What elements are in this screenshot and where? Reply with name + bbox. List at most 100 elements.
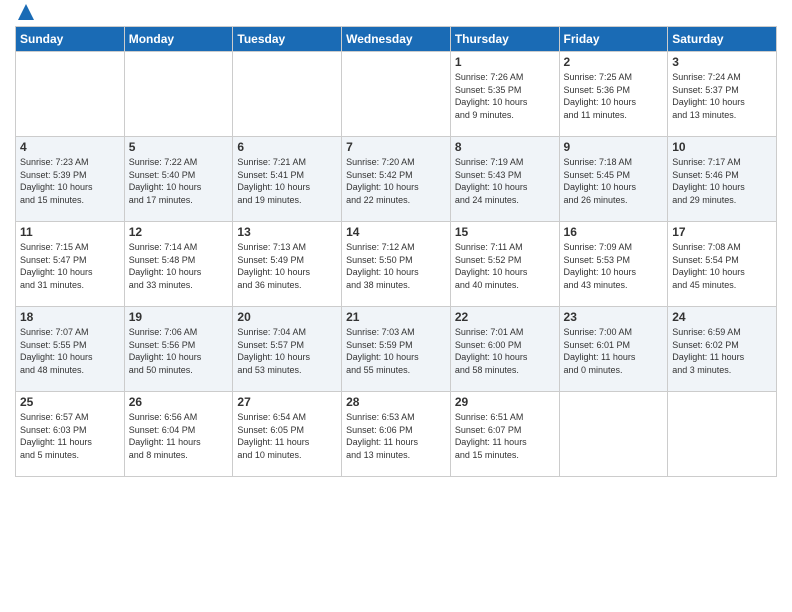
day-number: 25	[20, 395, 120, 409]
day-info: Sunrise: 7:09 AM Sunset: 5:53 PM Dayligh…	[564, 241, 664, 291]
calendar-cell: 14Sunrise: 7:12 AM Sunset: 5:50 PM Dayli…	[342, 222, 451, 307]
weekday-header: Sunday	[16, 27, 125, 52]
calendar-cell	[668, 392, 777, 477]
day-info: Sunrise: 7:17 AM Sunset: 5:46 PM Dayligh…	[672, 156, 772, 206]
day-info: Sunrise: 7:24 AM Sunset: 5:37 PM Dayligh…	[672, 71, 772, 121]
day-info: Sunrise: 7:08 AM Sunset: 5:54 PM Dayligh…	[672, 241, 772, 291]
day-number: 18	[20, 310, 120, 324]
weekday-header: Wednesday	[342, 27, 451, 52]
day-number: 8	[455, 140, 555, 154]
calendar-cell: 21 Sunrise: 7:03 AM Sunset: 5:59 PM Dayli…	[342, 307, 451, 392]
weekday-header: Tuesday	[233, 27, 342, 52]
day-info: Sunrise: 7:12 AM Sunset: 5:50 PM Dayligh…	[346, 241, 446, 291]
day-number: 16	[564, 225, 664, 239]
weekday-header: Thursday	[450, 27, 559, 52]
day-number: 15	[455, 225, 555, 239]
day-info: Sunrise: 7:00 AM Sunset: 6:01 PM Dayligh…	[564, 326, 664, 376]
calendar-cell	[16, 52, 125, 137]
day-number: 27	[237, 395, 337, 409]
day-info: Sunrise: 7:15 AM Sunset: 5:47 PM Dayligh…	[20, 241, 120, 291]
day-info: Sunrise: 6:53 AM Sunset: 6:06 PM Dayligh…	[346, 411, 446, 461]
day-info: Sunrise: 6:56 AM Sunset: 6:04 PM Dayligh…	[129, 411, 229, 461]
calendar-cell	[559, 392, 668, 477]
day-number: 10	[672, 140, 772, 154]
day-info: Sunrise: 7:21 AM Sunset: 5:41 PM Dayligh…	[237, 156, 337, 206]
calendar-week-row: 25Sunrise: 6:57 AM Sunset: 6:03 PM Dayli…	[16, 392, 777, 477]
calendar-cell: 25Sunrise: 6:57 AM Sunset: 6:03 PM Dayli…	[16, 392, 125, 477]
day-number: 9	[564, 140, 664, 154]
calendar-cell	[342, 52, 451, 137]
day-number: 1	[455, 55, 555, 69]
day-info: Sunrise: 6:51 AM Sunset: 6:07 PM Dayligh…	[455, 411, 555, 461]
day-info: Sunrise: 7:07 AM Sunset: 5:55 PM Dayligh…	[20, 326, 120, 376]
day-info: Sunrise: 7:22 AM Sunset: 5:40 PM Dayligh…	[129, 156, 229, 206]
calendar-cell: 12 Sunrise: 7:14 AM Sunset: 5:48 PM Dayli…	[124, 222, 233, 307]
day-number: 23	[564, 310, 664, 324]
day-number: 29	[455, 395, 555, 409]
calendar-header-row: SundayMondayTuesdayWednesdayThursdayFrid…	[16, 27, 777, 52]
calendar-cell: 2 Sunrise: 7:25 AM Sunset: 5:36 PM Daylig…	[559, 52, 668, 137]
day-number: 13	[237, 225, 337, 239]
day-info: Sunrise: 7:19 AM Sunset: 5:43 PM Dayligh…	[455, 156, 555, 206]
weekday-header: Monday	[124, 27, 233, 52]
calendar-cell	[233, 52, 342, 137]
day-info: Sunrise: 7:14 AM Sunset: 5:48 PM Dayligh…	[129, 241, 229, 291]
day-info: Sunrise: 6:59 AM Sunset: 6:02 PM Dayligh…	[672, 326, 772, 376]
calendar-cell: 10 Sunrise: 7:17 AM Sunset: 5:46 PM Dayli…	[668, 137, 777, 222]
day-number: 11	[20, 225, 120, 239]
logo-icon	[16, 2, 36, 22]
calendar-week-row: 1 Sunrise: 7:26 AM Sunset: 5:35 PM Daylig…	[16, 52, 777, 137]
logo	[15, 10, 36, 18]
calendar-cell: 26 Sunrise: 6:56 AM Sunset: 6:04 PM Dayli…	[124, 392, 233, 477]
day-info: Sunrise: 7:01 AM Sunset: 6:00 PM Dayligh…	[455, 326, 555, 376]
day-number: 7	[346, 140, 446, 154]
day-info: Sunrise: 7:25 AM Sunset: 5:36 PM Dayligh…	[564, 71, 664, 121]
day-number: 5	[129, 140, 229, 154]
calendar-cell: 28Sunrise: 6:53 AM Sunset: 6:06 PM Dayli…	[342, 392, 451, 477]
day-info: Sunrise: 7:03 AM Sunset: 5:59 PM Dayligh…	[346, 326, 446, 376]
calendar-week-row: 4 Sunrise: 7:23 AM Sunset: 5:39 PM Daylig…	[16, 137, 777, 222]
day-number: 2	[564, 55, 664, 69]
calendar-cell: 17 Sunrise: 7:08 AM Sunset: 5:54 PM Dayli…	[668, 222, 777, 307]
calendar-cell: 27Sunrise: 6:54 AM Sunset: 6:05 PM Dayli…	[233, 392, 342, 477]
day-info: Sunrise: 7:04 AM Sunset: 5:57 PM Dayligh…	[237, 326, 337, 376]
weekday-header: Friday	[559, 27, 668, 52]
calendar-cell: 22 Sunrise: 7:01 AM Sunset: 6:00 PM Dayli…	[450, 307, 559, 392]
calendar-cell: 16 Sunrise: 7:09 AM Sunset: 5:53 PM Dayli…	[559, 222, 668, 307]
calendar-cell: 9 Sunrise: 7:18 AM Sunset: 5:45 PM Daylig…	[559, 137, 668, 222]
header	[15, 10, 777, 18]
calendar-cell: 7Sunrise: 7:20 AM Sunset: 5:42 PM Daylig…	[342, 137, 451, 222]
day-number: 21	[346, 310, 446, 324]
calendar-cell: 18 Sunrise: 7:07 AM Sunset: 5:55 PM Dayli…	[16, 307, 125, 392]
day-info: Sunrise: 7:13 AM Sunset: 5:49 PM Dayligh…	[237, 241, 337, 291]
calendar-cell: 20Sunrise: 7:04 AM Sunset: 5:57 PM Dayli…	[233, 307, 342, 392]
page: SundayMondayTuesdayWednesdayThursdayFrid…	[0, 0, 792, 612]
day-number: 17	[672, 225, 772, 239]
calendar-cell: 1 Sunrise: 7:26 AM Sunset: 5:35 PM Daylig…	[450, 52, 559, 137]
day-info: Sunrise: 7:23 AM Sunset: 5:39 PM Dayligh…	[20, 156, 120, 206]
calendar-cell: 8 Sunrise: 7:19 AM Sunset: 5:43 PM Daylig…	[450, 137, 559, 222]
calendar-cell: 24 Sunrise: 6:59 AM Sunset: 6:02 PM Dayli…	[668, 307, 777, 392]
day-info: Sunrise: 7:26 AM Sunset: 5:35 PM Dayligh…	[455, 71, 555, 121]
day-number: 3	[672, 55, 772, 69]
day-info: Sunrise: 7:18 AM Sunset: 5:45 PM Dayligh…	[564, 156, 664, 206]
calendar-cell	[124, 52, 233, 137]
calendar: SundayMondayTuesdayWednesdayThursdayFrid…	[15, 26, 777, 477]
day-number: 22	[455, 310, 555, 324]
day-number: 4	[20, 140, 120, 154]
calendar-cell: 11 Sunrise: 7:15 AM Sunset: 5:47 PM Dayli…	[16, 222, 125, 307]
day-info: Sunrise: 7:11 AM Sunset: 5:52 PM Dayligh…	[455, 241, 555, 291]
calendar-cell: 13 Sunrise: 7:13 AM Sunset: 5:49 PM Dayli…	[233, 222, 342, 307]
calendar-cell: 6 Sunrise: 7:21 AM Sunset: 5:41 PM Daylig…	[233, 137, 342, 222]
day-number: 26	[129, 395, 229, 409]
day-number: 24	[672, 310, 772, 324]
day-number: 12	[129, 225, 229, 239]
calendar-cell: 29 Sunrise: 6:51 AM Sunset: 6:07 PM Dayli…	[450, 392, 559, 477]
calendar-week-row: 11 Sunrise: 7:15 AM Sunset: 5:47 PM Dayli…	[16, 222, 777, 307]
weekday-header: Saturday	[668, 27, 777, 52]
day-number: 19	[129, 310, 229, 324]
calendar-cell: 23 Sunrise: 7:00 AM Sunset: 6:01 PM Dayli…	[559, 307, 668, 392]
day-info: Sunrise: 7:06 AM Sunset: 5:56 PM Dayligh…	[129, 326, 229, 376]
day-number: 6	[237, 140, 337, 154]
calendar-cell: 5 Sunrise: 7:22 AM Sunset: 5:40 PM Daylig…	[124, 137, 233, 222]
